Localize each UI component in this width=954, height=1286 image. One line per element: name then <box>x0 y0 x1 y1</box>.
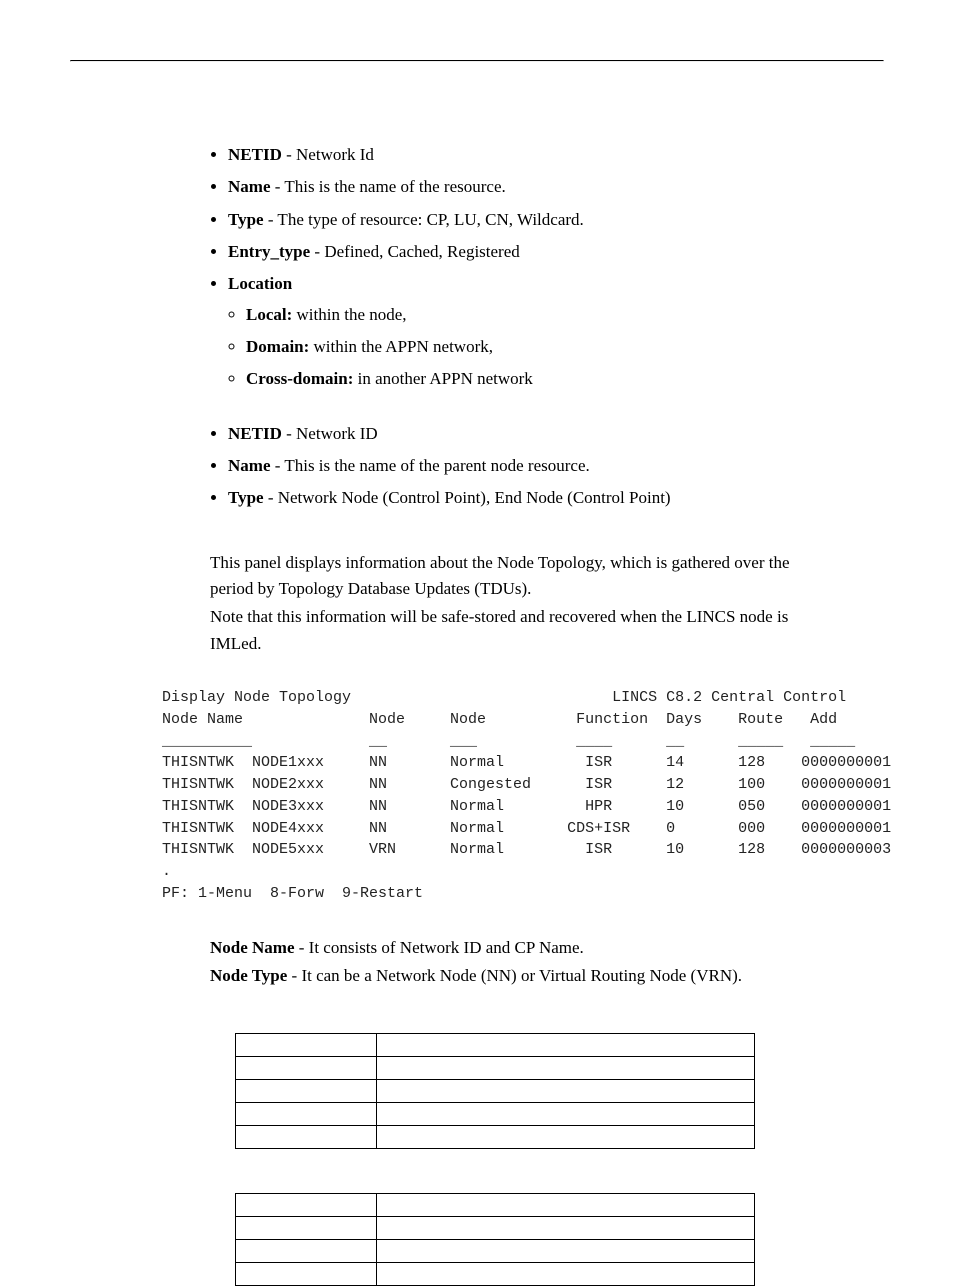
sub-term: Domain: <box>246 337 309 356</box>
cell <box>377 1217 755 1240</box>
table-row <box>236 1194 755 1217</box>
list-item: Type - Network Node (Control Point), End… <box>228 485 824 511</box>
cell <box>236 1263 377 1286</box>
list-item: Type - The type of resource: CP, LU, CN,… <box>228 207 824 233</box>
cell <box>236 1057 377 1080</box>
table-row: THISNTWK NODE1xxx NN Normal ISR 14 128 0… <box>162 754 891 771</box>
terminal-title-right: LINCS C8.2 Central Control <box>612 689 846 706</box>
sub-list-item: Local: within the node, <box>246 302 824 328</box>
desc-text: - It consists of Network ID and CP Name. <box>295 938 584 957</box>
paragraph: Note that this information will be safe-… <box>210 604 824 657</box>
table-row <box>236 1034 755 1057</box>
term: Entry_type <box>228 242 310 261</box>
desc-term: Node Type <box>210 966 287 985</box>
term: Type <box>228 488 264 507</box>
sub-text: within the node, <box>292 305 406 324</box>
term-text: - Network Id <box>282 145 374 164</box>
table-row <box>236 1057 755 1080</box>
list-item: NETID - Network Id <box>228 142 824 168</box>
paragraph: This panel displays information about th… <box>210 550 824 603</box>
list-item: Name - This is the name of the parent no… <box>228 453 824 479</box>
term-text: - This is the name of the parent node re… <box>270 456 589 475</box>
table-row: THISNTWK NODE2xxx NN Congested ISR 12 10… <box>162 776 891 793</box>
definition-list-2: NETID - Network ID Name - This is the na… <box>210 421 824 512</box>
empty-table-1 <box>235 1033 755 1149</box>
cell <box>377 1103 755 1126</box>
terminal-panel: Display Node Topology LINCS C8.2 Central… <box>162 687 824 905</box>
description-line: Node Type - It can be a Network Node (NN… <box>210 963 824 989</box>
terminal-footer: PF: 1-Menu 8-Forw 9-Restart <box>162 885 423 902</box>
term-text: - Network ID <box>282 424 378 443</box>
term-text: - Defined, Cached, Registered <box>310 242 520 261</box>
cell <box>236 1240 377 1263</box>
desc-text: - It can be a Network Node (NN) or Virtu… <box>287 966 742 985</box>
table-row <box>236 1080 755 1103</box>
term: Name <box>228 177 270 196</box>
sub-text: in another APPN network <box>353 369 532 388</box>
definition-list-1: NETID - Network Id Name - This is the na… <box>210 142 824 393</box>
cell <box>236 1034 377 1057</box>
description-line: Node Name - It consists of Network ID an… <box>210 935 824 961</box>
cell <box>236 1217 377 1240</box>
term: Location <box>228 274 292 293</box>
table-row: THISNTWK NODE5xxx VRN Normal ISR 10 128 … <box>162 841 891 858</box>
cell <box>377 1034 755 1057</box>
table-row <box>236 1126 755 1149</box>
term: NETID <box>228 145 282 164</box>
list-item: Entry_type - Defined, Cached, Registered <box>228 239 824 265</box>
table-row <box>236 1103 755 1126</box>
content-area: NETID - Network Id Name - This is the na… <box>210 142 824 1286</box>
cell <box>377 1080 755 1103</box>
sub-list-item: Cross-domain: in another APPN network <box>246 366 824 392</box>
cell <box>377 1240 755 1263</box>
table-row <box>236 1240 755 1263</box>
cell <box>377 1126 755 1149</box>
header-rule <box>70 60 884 62</box>
term: Name <box>228 456 270 475</box>
sub-term: Local: <box>246 305 292 324</box>
sub-text: within the APPN network, <box>309 337 493 356</box>
cell <box>236 1103 377 1126</box>
term: Type <box>228 210 264 229</box>
cell <box>377 1057 755 1080</box>
empty-table-2 <box>235 1193 755 1286</box>
terminal-title-left: Display Node Topology <box>162 689 351 706</box>
table-row: THISNTWK NODE4xxx NN Normal CDS+ISR 0 00… <box>162 820 891 837</box>
term-text: - This is the name of the resource. <box>270 177 505 196</box>
terminal-rule-row: __________ __ ___ ____ __ _____ _____ <box>162 733 855 750</box>
page: NETID - Network Id Name - This is the na… <box>0 0 954 1235</box>
list-item: NETID - Network ID <box>228 421 824 447</box>
term-text: - The type of resource: CP, LU, CN, Wild… <box>264 210 584 229</box>
desc-term: Node Name <box>210 938 295 957</box>
cell <box>377 1263 755 1286</box>
cell <box>236 1126 377 1149</box>
list-item: Name - This is the name of the resource. <box>228 174 824 200</box>
table-row <box>236 1263 755 1286</box>
description-block: Node Name - It consists of Network ID an… <box>210 935 824 990</box>
cell <box>236 1080 377 1103</box>
sub-list: Local: within the node, Domain: within t… <box>228 302 824 393</box>
cell <box>236 1194 377 1217</box>
cell <box>377 1194 755 1217</box>
table-row <box>236 1217 755 1240</box>
terminal-header-row: Node Name Node Node Function Days Route … <box>162 711 837 728</box>
table-row: THISNTWK NODE3xxx NN Normal HPR 10 050 0… <box>162 798 891 815</box>
sub-list-item: Domain: within the APPN network, <box>246 334 824 360</box>
term-text: - Network Node (Control Point), End Node… <box>264 488 671 507</box>
term: NETID <box>228 424 282 443</box>
sub-term: Cross-domain: <box>246 369 353 388</box>
list-item: Location Local: within the node, Domain:… <box>228 271 824 392</box>
